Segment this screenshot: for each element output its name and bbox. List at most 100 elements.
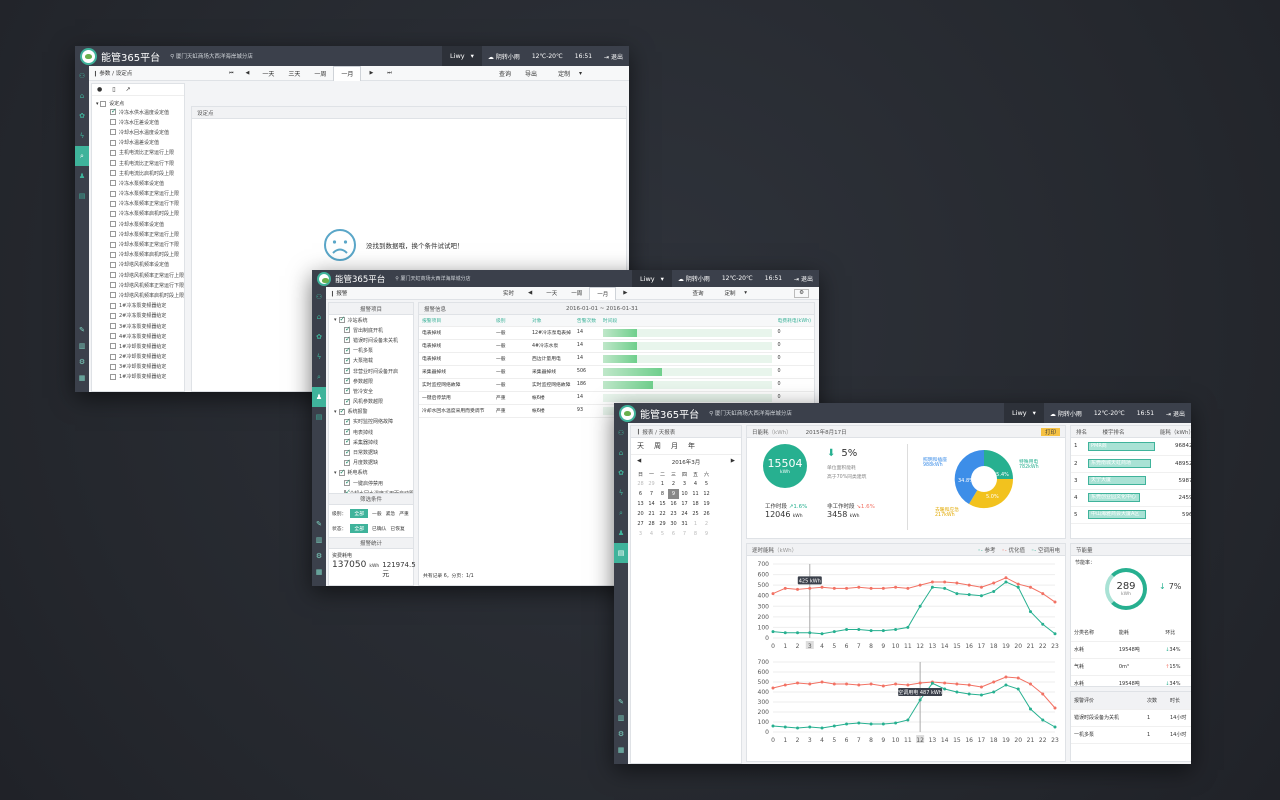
export-button[interactable]: 导出	[518, 66, 544, 81]
series-point[interactable]	[845, 586, 849, 590]
list-icon[interactable]: ▦	[614, 742, 628, 758]
series-point[interactable]	[845, 628, 849, 632]
caret-icon[interactable]: ▾	[334, 470, 337, 476]
tree-checkbox[interactable]	[110, 160, 116, 167]
calendar-day[interactable]: 31	[679, 519, 690, 529]
calendar-day[interactable]: 19	[701, 499, 712, 509]
tree-item[interactable]: 冷却水泵频率启机时段上限	[110, 250, 184, 260]
series-point[interactable]	[918, 604, 922, 608]
series-point[interactable]	[894, 628, 898, 632]
series-point[interactable]	[1016, 582, 1020, 586]
tree-item[interactable]: 冷却水温差设定值	[110, 138, 184, 148]
series-point[interactable]	[771, 592, 775, 596]
series-point[interactable]	[869, 586, 873, 590]
tree-item[interactable]: 冷却塔风机频率设定值	[110, 260, 184, 270]
tree-checkbox[interactable]	[110, 221, 116, 228]
series-point[interactable]	[869, 722, 873, 726]
calendar-day[interactable]: 29	[646, 479, 657, 489]
tree-item[interactable]: 实时监控网络故障	[332, 417, 413, 427]
series-point[interactable]	[881, 722, 885, 726]
tree-checkbox[interactable]	[110, 107, 117, 116]
series-point[interactable]	[857, 721, 861, 725]
tree-checkbox[interactable]	[344, 478, 351, 487]
next-icon[interactable]: ▶	[616, 287, 634, 300]
level-severe[interactable]: 严重	[399, 510, 409, 517]
tree-checkbox[interactable]	[110, 170, 116, 177]
series-point[interactable]	[857, 628, 861, 632]
tree-item[interactable]: 主机电流比正常运行下限	[110, 158, 184, 168]
series-point[interactable]	[918, 583, 922, 587]
series-point[interactable]	[979, 693, 983, 697]
series-point[interactable]	[930, 585, 934, 589]
calendar-day[interactable]: 27	[635, 519, 646, 529]
series-point[interactable]	[918, 698, 922, 702]
tree-checkbox[interactable]	[344, 356, 351, 364]
calendar-day[interactable]: 15	[657, 499, 668, 509]
tree-item[interactable]: 风机参数越限	[332, 397, 413, 407]
calendar-day[interactable]: 3	[679, 479, 690, 489]
series-point[interactable]	[832, 724, 836, 728]
series-point[interactable]	[992, 589, 996, 593]
series-point[interactable]	[796, 726, 800, 730]
bolt-icon[interactable]: ϟ	[75, 126, 89, 146]
tree-checkbox[interactable]	[110, 353, 116, 360]
series-point[interactable]	[820, 726, 824, 730]
calendar-day[interactable]: 5	[657, 529, 668, 539]
series-point[interactable]	[943, 580, 947, 584]
report-icon[interactable]: ▤	[75, 186, 89, 206]
tree-root-check[interactable]	[100, 100, 107, 107]
flower-icon[interactable]: ✿	[312, 327, 326, 347]
tree-checkbox[interactable]	[110, 251, 116, 258]
series-point[interactable]	[783, 586, 787, 590]
series-point[interactable]	[894, 585, 898, 589]
series-point[interactable]	[1016, 687, 1020, 691]
tree-checkbox[interactable]	[338, 315, 345, 324]
series-point[interactable]	[992, 680, 996, 684]
series-point[interactable]	[1053, 632, 1057, 636]
tree-checkbox[interactable]	[110, 323, 116, 330]
tree-checkbox[interactable]	[110, 139, 116, 146]
series-point[interactable]	[906, 625, 910, 629]
tree-checkbox[interactable]	[344, 366, 351, 375]
series-point[interactable]	[820, 585, 824, 589]
user-menu[interactable]: Liwy ▾	[1004, 403, 1044, 423]
tree-item[interactable]: 冷却水回水温度采用而自动跟踪	[332, 488, 413, 493]
home-icon[interactable]: ⌂	[312, 307, 326, 327]
calendar-day[interactable]: 2	[668, 479, 679, 489]
series-point[interactable]	[832, 586, 836, 590]
tab-week[interactable]: 一周	[564, 287, 589, 300]
tree-checkbox[interactable]	[110, 333, 116, 340]
user-menu[interactable]: Liwy ▾	[442, 46, 482, 66]
calendar-day[interactable]: 24	[679, 509, 690, 519]
tab-day[interactable]: 一天	[539, 287, 564, 300]
table-row[interactable]: 实时监控网络故障 一般 实时监控网络故障 186 0	[419, 378, 814, 392]
calendar-day[interactable]: 3	[635, 529, 646, 539]
pen-icon[interactable]: ✎	[75, 322, 89, 338]
tree-checkbox[interactable]	[110, 261, 116, 268]
series-point[interactable]	[783, 683, 787, 687]
tab-month[interactable]: 一月	[589, 286, 617, 300]
rank-row[interactable]: 5 中山海雅商会大厦A区 5968	[1071, 506, 1191, 524]
tree-item[interactable]: 月度数据缺	[332, 458, 413, 468]
user-menu[interactable]: Liwy ▾	[632, 270, 672, 287]
tree-item[interactable]: 1#冷却泵变频器给定	[110, 372, 184, 382]
tree-item[interactable]: 冷冻水泵频率正常运行上限	[110, 189, 184, 199]
tree-item[interactable]: 管冷安全	[332, 386, 413, 396]
rank-row[interactable]: 2 东莞南城天虹商场 489521	[1071, 455, 1191, 473]
calendar-day[interactable]: 21	[646, 509, 657, 519]
report-icon[interactable]: ▤	[614, 543, 628, 563]
calendar-day[interactable]: 29	[657, 519, 668, 529]
tree-item[interactable]: 冷冻水泵频率设定值	[110, 178, 184, 188]
report-icon[interactable]: ▤	[312, 407, 326, 427]
tree-item[interactable]: 1#冷冻泵变频器给定	[110, 301, 184, 311]
tree-checkbox[interactable]	[338, 407, 345, 415]
series-point[interactable]	[1004, 576, 1008, 580]
calendar-day[interactable]: 14	[646, 499, 657, 509]
rank-row[interactable]: 4 东莞创业园文化中心 24591	[1071, 489, 1191, 507]
tree-item[interactable]: 非营业时间设备开启	[332, 366, 413, 376]
last-icon[interactable]: ⏭	[387, 70, 392, 76]
calendar-day[interactable]: 11	[690, 489, 701, 499]
series-point[interactable]	[979, 594, 983, 598]
calendar-day[interactable]: 9	[701, 529, 712, 539]
tree-checkbox[interactable]	[110, 292, 116, 299]
